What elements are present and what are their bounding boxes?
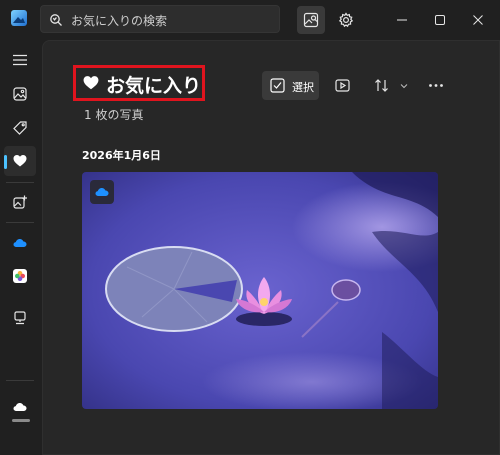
icloud-photos-icon	[13, 269, 27, 283]
image-search-button[interactable]	[297, 6, 325, 34]
hamburger-icon	[13, 54, 27, 66]
sort-icon	[375, 79, 388, 92]
image-search-icon	[303, 12, 319, 28]
onedrive-badge	[90, 180, 114, 204]
close-icon	[473, 15, 483, 25]
photo-count: 1 枚の写真	[84, 108, 144, 122]
sidebar-divider	[6, 182, 34, 183]
date-group-header: 2026年1月6日	[82, 149, 161, 162]
create-icon	[13, 195, 27, 209]
onedrive-icon	[13, 239, 27, 247]
nav-favorites[interactable]	[4, 146, 36, 176]
slideshow-button[interactable]	[331, 71, 355, 100]
gallery-icon	[13, 87, 27, 101]
select-label: 選択	[292, 81, 314, 94]
page-title: お気に入り	[106, 75, 202, 97]
sort-button[interactable]	[372, 71, 412, 100]
sync-progress	[12, 419, 30, 422]
close-button[interactable]	[463, 6, 493, 34]
maximize-button[interactable]	[425, 6, 455, 34]
nav-tags[interactable]	[4, 113, 36, 143]
maximize-icon	[435, 15, 445, 25]
page-title-highlight: お気に入り	[73, 65, 205, 101]
chevron-down-icon	[400, 84, 408, 89]
slideshow-icon	[335, 79, 350, 92]
more-button[interactable]	[424, 71, 448, 100]
photos-app-icon	[11, 10, 27, 26]
sidebar-divider	[6, 380, 34, 381]
pc-icon	[14, 311, 26, 325]
nav-this-pc[interactable]	[4, 303, 36, 333]
nav-gallery[interactable]	[4, 79, 36, 109]
cloud-icon	[13, 403, 27, 411]
more-icon	[429, 84, 443, 87]
gear-icon	[338, 12, 354, 28]
search-box[interactable]: お気に入りの検索	[40, 5, 280, 33]
onedrive-icon	[95, 188, 109, 196]
tag-icon	[13, 121, 27, 135]
title-bar: お気に入りの検索	[0, 0, 500, 40]
sidebar-divider	[6, 222, 34, 223]
search-icon	[49, 12, 63, 26]
sidebar	[0, 40, 40, 455]
select-button[interactable]: 選択	[262, 71, 319, 100]
nav-menu[interactable]	[4, 45, 36, 75]
settings-button[interactable]	[332, 6, 360, 34]
checkbox-icon	[270, 78, 285, 93]
nav-create[interactable]	[4, 187, 36, 217]
photo-thumbnail[interactable]	[82, 172, 438, 409]
heart-icon	[83, 76, 99, 90]
minimize-icon	[397, 19, 407, 21]
heart-icon	[13, 155, 27, 167]
search-placeholder[interactable]: お気に入りの検索	[71, 12, 167, 29]
nav-icloud-photos[interactable]	[4, 261, 36, 291]
nav-cloud-status[interactable]	[4, 392, 36, 422]
nav-onedrive[interactable]	[4, 228, 36, 258]
water-lily-photo	[82, 172, 438, 409]
minimize-button[interactable]	[387, 6, 417, 34]
